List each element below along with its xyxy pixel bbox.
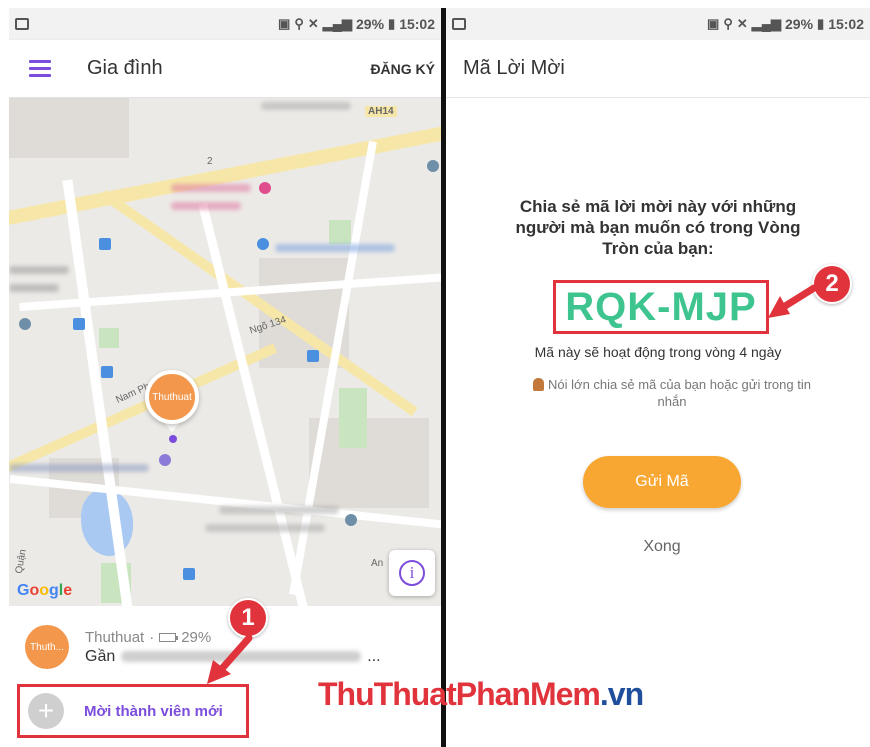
status-bar: ▣ ⚲ ✕ ▂▄▆ 29% ▮ 15:02: [9, 8, 441, 40]
battery-icon: [159, 632, 179, 642]
watermark: ThuThuatPhanMem.vn: [318, 676, 644, 713]
location-prefix: Gần: [85, 647, 116, 665]
map-blur-label: [9, 464, 149, 472]
bus-stop-icon[interactable]: [99, 238, 111, 250]
map-label-an: An: [371, 558, 384, 569]
image-notification-icon: [452, 18, 466, 30]
invite-code-box: RQK-MJP: [553, 280, 769, 334]
person-icon: [533, 378, 545, 391]
map-label-quan: Quận: [13, 548, 29, 575]
member-name: Thuthuat: [85, 628, 145, 646]
separator-dot: ·: [149, 628, 155, 646]
annotation-arrow-1: [207, 634, 253, 684]
mute-icon: ✕: [307, 16, 319, 31]
map-blur-label: [219, 506, 339, 514]
app-bar: Gia đình ĐĂNG KÝ: [9, 40, 441, 98]
page-title: Mã Lời Mời: [463, 57, 565, 79]
invite-code[interactable]: RQK-MJP: [565, 285, 756, 330]
alarm-icon: ▣: [707, 16, 720, 31]
bus-stop-icon[interactable]: [183, 568, 195, 580]
watermark-part2: PhanMem: [455, 676, 601, 712]
battery-icon: ▮: [817, 16, 825, 31]
status-right: ▣ ⚲ ✕ ▂▄▆ 29% ▮ 15:02: [707, 16, 864, 32]
map-blur-label: [205, 524, 325, 532]
location-ellipsis: ...: [367, 647, 381, 665]
invite-member-button[interactable]: + Mời thành viên mới: [17, 684, 249, 738]
info-icon: i: [399, 560, 425, 586]
share-hint: Nói lớn chia sẻ mã của bạn hoặc gửi tron…: [532, 376, 812, 410]
right-screen: ▣ ⚲ ✕ ▂▄▆ 29% ▮ 15:02 Mã Lời Mời Chia sẻ…: [446, 8, 870, 747]
location-icon: ⚲: [294, 16, 304, 31]
menu-icon[interactable]: [29, 60, 51, 77]
place-pin-icon[interactable]: [427, 160, 439, 172]
battery-percent: 29%: [785, 16, 814, 32]
bus-stop-icon[interactable]: [73, 318, 85, 330]
signal-icon: ▂▄▆: [322, 16, 352, 31]
map-park: [329, 220, 351, 244]
map-label-road-2: 2: [207, 156, 213, 167]
hint-text: Nói lớn chia sẻ mã của bạn hoặc gửi tron…: [548, 377, 811, 409]
bus-stop-icon[interactable]: [307, 350, 319, 362]
clock: 15:02: [399, 16, 435, 32]
annotation-arrow-2: [768, 284, 818, 318]
step-badge-2: 2: [812, 264, 852, 304]
done-button[interactable]: Xong: [446, 538, 870, 556]
info-button[interactable]: i: [389, 550, 435, 596]
map-blur-label: [275, 244, 395, 252]
share-instructions: Chia sẻ mã lời mời này với những người m…: [515, 197, 801, 258]
map-blur-label: [9, 284, 59, 292]
alarm-icon: ▣: [278, 16, 291, 31]
bus-stop-icon[interactable]: [101, 366, 113, 378]
status-right: ▣ ⚲ ✕ ▂▄▆ 29% ▮ 15:02: [278, 16, 435, 32]
place-pin-icon[interactable]: [159, 454, 171, 466]
register-button[interactable]: ĐĂNG KÝ: [370, 61, 435, 77]
left-screen: ▣ ⚲ ✕ ▂▄▆ 29% ▮ 15:02 Gia đình ĐĂNG KÝ A…: [9, 8, 441, 747]
map-block: [9, 98, 129, 158]
invite-member-label: Mời thành viên mới: [84, 702, 223, 720]
clock: 15:02: [828, 16, 864, 32]
map-blur-label: [9, 266, 69, 274]
map-park: [339, 388, 367, 448]
plus-icon: +: [28, 693, 64, 729]
map-view[interactable]: AH14 2 Ngõ 134 Nam Ph An Quận Thuthuat G…: [9, 98, 441, 606]
bank-pin-icon[interactable]: [257, 238, 269, 250]
map-label-ah14: AH14: [365, 106, 397, 117]
map-blur-label: [261, 102, 351, 110]
watermark-part3: .vn: [599, 676, 644, 712]
watermark-part1: ThuThuat: [318, 676, 457, 712]
google-logo: Google: [17, 582, 73, 599]
send-code-button[interactable]: Gửi Mã: [583, 456, 741, 508]
page-title: Gia đình: [87, 57, 163, 79]
image-notification-icon: [15, 18, 29, 30]
battery-percent: 29%: [356, 16, 385, 32]
mute-icon: ✕: [736, 16, 748, 31]
map-blur-label: [171, 202, 241, 210]
status-bar: ▣ ⚲ ✕ ▂▄▆ 29% ▮ 15:02: [446, 8, 870, 40]
code-validity: Mã này sẽ hoạt động trong vòng 4 ngày: [534, 344, 782, 360]
place-pin-icon[interactable]: [19, 318, 31, 330]
member-marker[interactable]: Thuthuat: [145, 370, 199, 424]
location-icon: ⚲: [723, 16, 733, 31]
shopping-pin-icon[interactable]: [259, 182, 271, 194]
place-pin-icon[interactable]: [345, 514, 357, 526]
map-block: [309, 418, 429, 508]
signal-icon: ▂▄▆: [751, 16, 781, 31]
battery-icon: ▮: [388, 16, 396, 31]
map-blur-label: [171, 184, 251, 192]
map-park: [99, 328, 119, 348]
member-location-dot: [169, 435, 177, 443]
avatar: Thuth...: [25, 625, 69, 669]
app-bar: Mã Lời Mời: [446, 40, 870, 98]
step-badge-1: 1: [228, 598, 268, 638]
